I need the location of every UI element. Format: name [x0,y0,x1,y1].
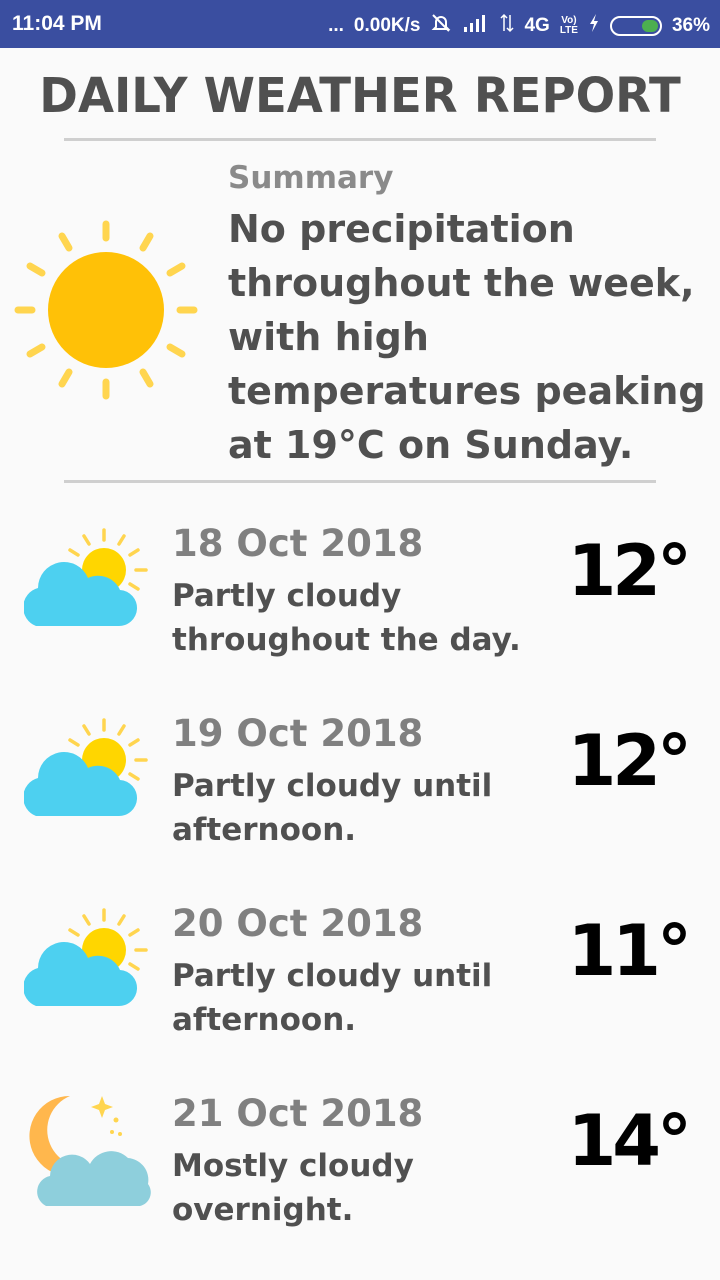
battery-icon [609,16,662,36]
charging-icon [588,13,600,39]
forecast-day[interactable]: 19 Oct 2018 Partly cloudy until afternoo… [0,712,720,862]
forecast-date: 19 Oct 2018 [172,712,424,755]
divider [64,480,656,483]
partly-cloudy-day-icon [23,902,154,1016]
forecast-date: 20 Oct 2018 [172,902,424,945]
volte-indicator: Vo) LTE [560,16,578,36]
volte-bottom: LTE [559,25,578,36]
forecast-day[interactable]: 21 Oct 2018 Mostly cloudy overnight. 14° [0,1092,720,1242]
net-speed: 0.00K/s [353,15,421,36]
page-title: DAILY WEATHER REPORT [39,68,681,124]
forecast-day[interactable]: 18 Oct 2018 Partly cloudy throughout the… [0,522,720,672]
forecast-description: Partly cloudy until afternoon. [172,768,493,848]
battery-percent: 36% [671,15,710,36]
network-type: 4G [524,15,550,36]
sun-icon [14,216,198,410]
forecast-temperature: 11° [567,910,692,992]
forecast-description: Partly cloudy throughout the day. [172,578,521,658]
notification-dots: ... [328,15,344,36]
summary-text: No precipitation throughout the week, wi… [228,207,706,467]
forecast-date: 21 Oct 2018 [172,1092,424,1135]
forecast-temperature: 12° [567,530,692,612]
forecast-date: 18 Oct 2018 [172,522,424,565]
partly-cloudy-day-icon [23,712,154,826]
status-icons: ... 0.00K/s 4G Vo) LTE 36% [318,12,710,40]
battery-level [641,20,658,32]
signal-icon [462,13,490,39]
forecast-description: Mostly cloudy overnight. [172,1148,414,1228]
forecast-description: Partly cloudy until afternoon. [172,958,493,1038]
data-arrows-icon [500,13,514,39]
forecast-temperature: 12° [567,720,692,802]
partly-cloudy-day-icon [23,522,154,636]
status-bar: 11:04 PM ... 0.00K/s 4G Vo) LTE 36% [0,0,720,48]
forecast-temperature: 14° [567,1100,692,1182]
forecast-day[interactable]: 20 Oct 2018 Partly cloudy until afternoo… [0,902,720,1052]
summary-label: Summary [228,160,394,196]
partly-cloudy-night-icon [24,1092,154,1216]
status-time: 11:04 PM [12,12,102,35]
divider [64,138,656,141]
mute-icon [430,12,452,40]
